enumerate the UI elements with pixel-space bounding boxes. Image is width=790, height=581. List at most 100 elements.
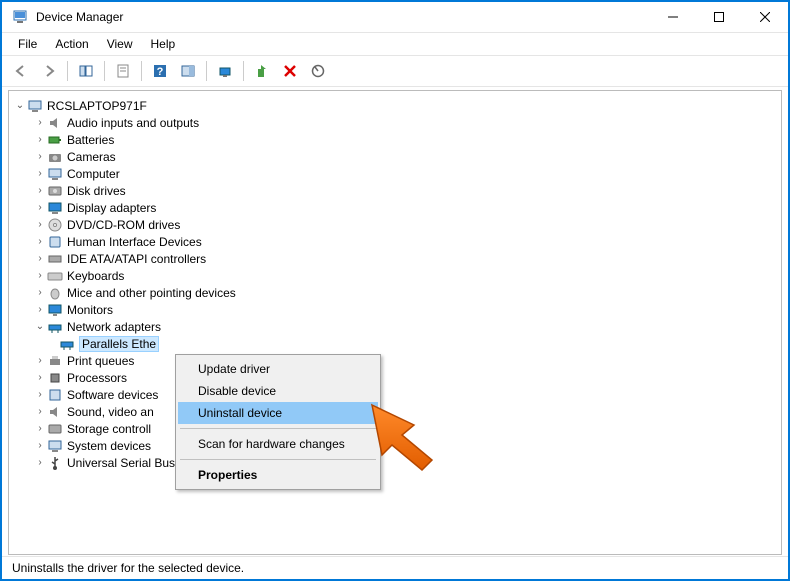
tree-item[interactable]: › Processors	[9, 369, 781, 386]
menu-help[interactable]: Help	[143, 35, 184, 53]
update-driver-button[interactable]	[249, 58, 275, 84]
monitor-icon	[47, 302, 63, 318]
computer-icon	[47, 166, 63, 182]
tree-item[interactable]: ›Display adapters	[9, 199, 781, 216]
network-icon	[47, 319, 63, 335]
expander-icon[interactable]: ›	[33, 151, 47, 162]
titlebar: Device Manager	[2, 2, 788, 33]
window-frame: PCrisk.com Device Manager File Action Vi…	[0, 0, 790, 581]
disable-button[interactable]	[305, 58, 331, 84]
menu-view[interactable]: View	[99, 35, 141, 53]
tree-item[interactable]: ›Keyboards	[9, 267, 781, 284]
ctx-update-driver[interactable]: Update driver	[178, 358, 378, 380]
expander-icon[interactable]: ›	[33, 457, 47, 468]
tree-item-label: Processors	[67, 371, 127, 385]
toolbar-separator	[67, 61, 68, 81]
expander-icon[interactable]: ›	[33, 134, 47, 145]
expander-icon[interactable]: ›	[33, 185, 47, 196]
tree-item[interactable]: ›Monitors	[9, 301, 781, 318]
expander-icon[interactable]: ›	[33, 270, 47, 281]
expander-icon[interactable]: ›	[33, 219, 47, 230]
help-button[interactable]: ?	[147, 58, 173, 84]
tree-item-label: Parallels Ethe	[79, 336, 159, 352]
expander-icon[interactable]: ›	[33, 389, 47, 400]
tree-item[interactable]: › Batteries	[9, 131, 781, 148]
expander-icon[interactable]: ›	[33, 423, 47, 434]
uninstall-button[interactable]	[277, 58, 303, 84]
tree-item-label: Print queues	[67, 354, 134, 368]
close-button[interactable]	[742, 2, 788, 32]
tree-item-label: Storage controll	[67, 422, 151, 436]
tree-item-label: Cameras	[67, 150, 116, 164]
menubar: File Action View Help	[2, 33, 788, 56]
expander-icon[interactable]: ›	[33, 355, 47, 366]
maximize-button[interactable]	[696, 2, 742, 32]
tree-item[interactable]: › Cameras	[9, 148, 781, 165]
svg-text:?: ?	[157, 66, 164, 78]
tree-item[interactable]: › IDE ATA/ATAPI controllers	[9, 250, 781, 267]
expander-icon[interactable]: ›	[33, 372, 47, 383]
expander-icon[interactable]: ›	[33, 117, 47, 128]
tree-item[interactable]: ›DVD/CD-ROM drives	[9, 216, 781, 233]
toolbar: ?	[2, 56, 788, 87]
tree-item-label: Computer	[67, 167, 120, 181]
ctx-disable-device[interactable]: Disable device	[178, 380, 378, 402]
action-pane-button[interactable]	[175, 58, 201, 84]
sound-icon	[47, 404, 63, 420]
minimize-button[interactable]	[650, 2, 696, 32]
toolbar-separator	[243, 61, 244, 81]
forward-button[interactable]	[36, 58, 62, 84]
tree-item-label: Mice and other pointing devices	[67, 286, 236, 300]
properties-button[interactable]	[110, 58, 136, 84]
menu-file[interactable]: File	[10, 35, 45, 53]
dvd-icon	[47, 217, 63, 233]
ctx-separator	[180, 459, 376, 460]
tree-item-selected[interactable]: Parallels Ethe	[9, 335, 781, 352]
back-button[interactable]	[8, 58, 34, 84]
annotation-arrow-icon	[364, 397, 454, 475]
tree-item-label: Network adapters	[67, 320, 161, 334]
expander-icon[interactable]: ›	[33, 304, 47, 315]
expander-icon[interactable]: ›	[33, 202, 47, 213]
software-icon	[47, 387, 63, 403]
expander-icon[interactable]: ›	[33, 287, 47, 298]
expander-icon[interactable]: ›	[33, 406, 47, 417]
tree-root[interactable]: ⌄ RCSLAPTOP971F	[9, 97, 781, 114]
scan-hardware-button[interactable]	[212, 58, 238, 84]
toolbar-separator	[141, 61, 142, 81]
tree-item-label: IDE ATA/ATAPI controllers	[67, 252, 206, 266]
processor-icon	[47, 370, 63, 386]
display-icon	[47, 200, 63, 216]
tree-item-label: Batteries	[67, 133, 114, 147]
audio-icon	[47, 115, 63, 131]
tree-root-label: RCSLAPTOP971F	[47, 99, 147, 113]
ide-icon	[47, 251, 63, 267]
ctx-uninstall-device[interactable]: Uninstall device	[178, 402, 378, 424]
expander-icon[interactable]: ›	[33, 440, 47, 451]
ctx-scan-hardware[interactable]: Scan for hardware changes	[178, 433, 378, 455]
menu-action[interactable]: Action	[47, 35, 96, 53]
disk-icon	[47, 183, 63, 199]
expander-icon[interactable]: ›	[33, 253, 47, 264]
tree-item[interactable]: ›Audio inputs and outputs	[9, 114, 781, 131]
app-icon	[12, 9, 28, 25]
show-hide-tree-button[interactable]	[73, 58, 99, 84]
statusbar-text: Uninstalls the driver for the selected d…	[12, 561, 244, 575]
toolbar-separator	[104, 61, 105, 81]
ctx-properties[interactable]: Properties	[178, 464, 378, 486]
tree-item[interactable]: › Print queues	[9, 352, 781, 369]
tree-item[interactable]: ›Human Interface Devices	[9, 233, 781, 250]
tree-item[interactable]: › Mice and other pointing devices	[9, 284, 781, 301]
expander-icon[interactable]: ›	[33, 168, 47, 179]
expander-icon[interactable]: ⌄	[33, 321, 47, 332]
tree-item-network-adapters[interactable]: ⌄ Network adapters	[9, 318, 781, 335]
expander-icon[interactable]: ›	[33, 236, 47, 247]
tree-item-label: Software devices	[67, 388, 158, 402]
printer-icon	[47, 353, 63, 369]
tree-item-label: Disk drives	[67, 184, 126, 198]
expander-icon[interactable]: ⌄	[13, 100, 27, 111]
computer-icon	[27, 98, 43, 114]
tree-item-label: System devices	[67, 439, 151, 453]
tree-item[interactable]: › Disk drives	[9, 182, 781, 199]
tree-item[interactable]: › Computer	[9, 165, 781, 182]
